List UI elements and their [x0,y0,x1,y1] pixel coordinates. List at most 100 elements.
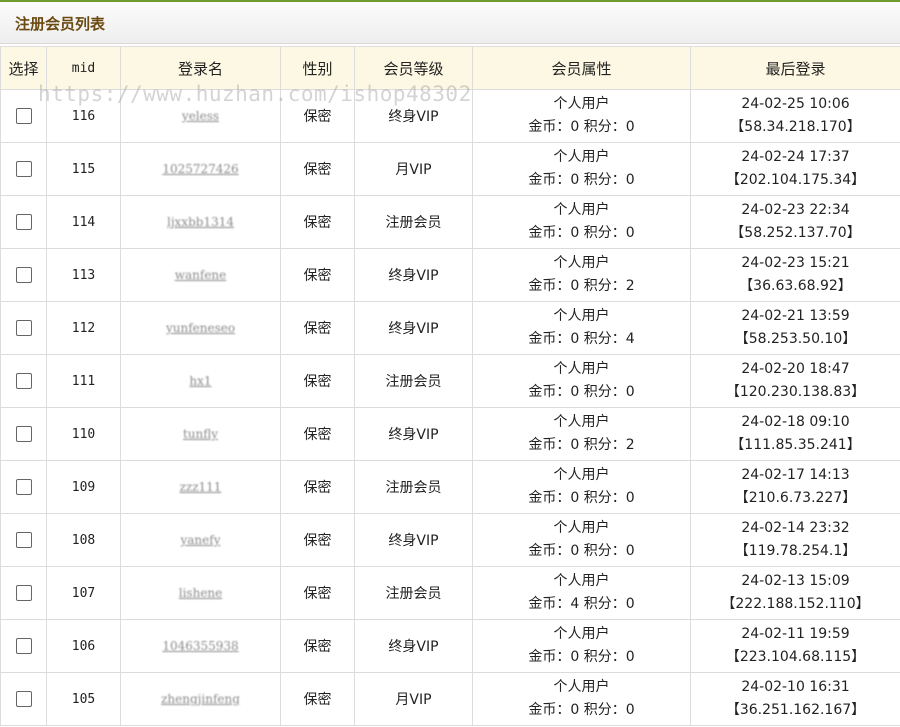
row-checkbox[interactable] [15,585,32,601]
gender-cell: 保密 [280,142,355,196]
panel-header: 注册会员列表 [0,0,900,44]
gender-cell: 保密 [280,248,355,302]
last-login-cell: 24-02-23 15:21 【36.63.68.92】 [690,248,900,302]
last-login-cell: 24-02-13 15:09 【222.188.152.110】 [690,566,900,620]
gender-cell: 保密 [280,89,355,143]
gender-cell: 保密 [280,301,355,355]
member-points: 金币：0 积分：0 [528,702,635,718]
member-points: 金币：0 积分：0 [528,225,635,241]
level-cell: 注册会员 [354,354,473,408]
row-checkbox[interactable] [15,267,32,283]
login-name-link[interactable]: yeless [182,109,219,123]
last-login-time: 24-02-14 23:32 [741,520,850,536]
last-login-ip: 【120.230.138.83】 [725,384,866,400]
gender-cell: 保密 [280,513,355,567]
last-login-time: 24-02-23 22:34 [741,202,850,218]
member-type: 个人用户 [553,573,610,589]
mid-cell: 111 [46,354,121,408]
login-name-link[interactable]: tunfly [183,427,218,441]
mid-cell: 106 [46,619,121,673]
level-cell: 终身VIP [354,619,473,673]
mid-cell: 112 [46,301,121,355]
level-cell: 注册会员 [354,566,473,620]
select-cell [0,354,47,408]
login-name-link[interactable]: 1046355938 [162,639,238,653]
member-type: 个人用户 [553,255,610,271]
member-type: 个人用户 [553,361,610,377]
last-login-ip: 【36.251.162.167】 [725,702,866,718]
row-checkbox[interactable] [15,479,32,495]
mid-cell: 113 [46,248,121,302]
login-name-link[interactable]: 1025727426 [162,162,238,176]
level-cell: 注册会员 [354,195,473,249]
row-checkbox[interactable] [15,691,32,707]
last-login-ip: 【223.104.68.115】 [725,649,866,665]
member-points: 金币：0 积分：0 [528,490,635,506]
login-cell: ljxxbb1314 [120,195,281,249]
login-name-link[interactable]: hx1 [189,374,211,388]
type-cell: 个人用户 金币：0 积分：2 [472,407,691,461]
member-points: 金币：0 积分：0 [528,384,635,400]
login-name-link[interactable]: zhengjinfeng [161,692,240,706]
member-table: 选择 mid 登录名 性别 会员等级 会员属性 最后登录 116 yeless 保密… [0,46,900,726]
table-row: 112 yunfeneseo 保密 终身VIP 个人用户 金币：0 积分：4 24-02-2… [0,301,900,355]
level-cell: 终身VIP [354,407,473,461]
table-row: 111 hx1 保密 注册会员 个人用户金币：0 积分：0 24-02-20 18:47 【… [0,354,900,408]
last-login-cell: 24-02-20 18:47 【120.230.138.83】 [690,354,900,408]
row-checkbox[interactable] [15,214,32,230]
type-cell: 个人用户 金币：0 积分：0 [472,672,691,726]
member-type: 个人用户 [553,96,610,112]
type-cell: 个人用户 金币：0 积分：0 [472,142,691,196]
member-points: 金币：0 积分：0 [528,119,635,135]
member-type: 个人用户 [553,467,610,483]
login-name-link[interactable]: yunfeneseo [166,321,235,335]
login-name-link[interactable]: wanfene [175,268,227,282]
level-cell: 月VIP [354,672,473,726]
gender-cell: 保密 [280,195,355,249]
level-cell: 终身VIP [354,248,473,302]
last-login-time: 24-02-11 19:59 [741,626,850,642]
last-login-ip: 【119.78.254.1】 [734,543,857,559]
row-checkbox[interactable] [15,320,32,336]
col-header-type: 会员属性 [472,46,691,90]
member-type: 个人用户 [553,149,610,165]
login-cell: lishene [120,566,281,620]
last-login-ip: 【58.252.137.70】 [730,225,861,241]
col-header-level: 会员等级 [354,46,473,90]
member-type: 个人用户 [553,308,610,324]
table-row: 114 ljxxbb1314 保密 注册会员 个人用户 金币：0 积分：0 24-02-23… [0,195,900,249]
member-type: 个人用户 [553,520,610,536]
level-cell: 月VIP [354,142,473,196]
row-checkbox[interactable] [15,638,32,654]
level-cell: 终身VIP [354,89,473,143]
type-cell: 个人用户 金币：0 积分：0 [472,619,691,673]
row-checkbox[interactable] [15,373,32,389]
select-cell [0,513,47,567]
login-name-link[interactable]: ljxxbb1314 [167,215,234,229]
col-header-mid: mid [46,46,121,90]
login-name-link[interactable]: zzz111 [180,480,222,494]
gender-cell: 保密 [280,354,355,408]
last-login-cell: 24-02-21 13:59 【58.253.50.10】 [690,301,900,355]
mid-cell: 114 [46,195,121,249]
member-points: 金币：0 积分：0 [528,649,635,665]
select-cell [0,460,47,514]
type-cell: 个人用户金币：4 积分：0 [472,566,691,620]
col-header-login: 登录名 [120,46,281,90]
select-cell [0,566,47,620]
last-login-cell: 24-02-14 23:32 【119.78.254.1】 [690,513,900,567]
login-name-link[interactable]: yanefy [181,533,221,547]
last-login-ip: 【58.253.50.10】 [734,331,857,347]
row-checkbox[interactable] [15,426,32,442]
last-login-cell: 24-02-10 16:31 【36.251.162.167】 [690,672,900,726]
mid-cell: 110 [46,407,121,461]
row-checkbox[interactable] [15,532,32,548]
login-name-link[interactable]: lishene [179,586,223,600]
row-checkbox[interactable] [15,108,32,124]
member-points: 金币：0 积分：4 [528,331,635,347]
member-points: 金币：0 积分：0 [528,543,635,559]
table-row: 115 1025727426 保密 月VIP 个人用户 金币：0 积分：0 24-02-24… [0,142,900,196]
last-login-cell: 24-02-11 19:59 【223.104.68.115】 [690,619,900,673]
row-checkbox[interactable] [15,161,32,177]
member-points: 金币：4 积分：0 [528,596,635,612]
